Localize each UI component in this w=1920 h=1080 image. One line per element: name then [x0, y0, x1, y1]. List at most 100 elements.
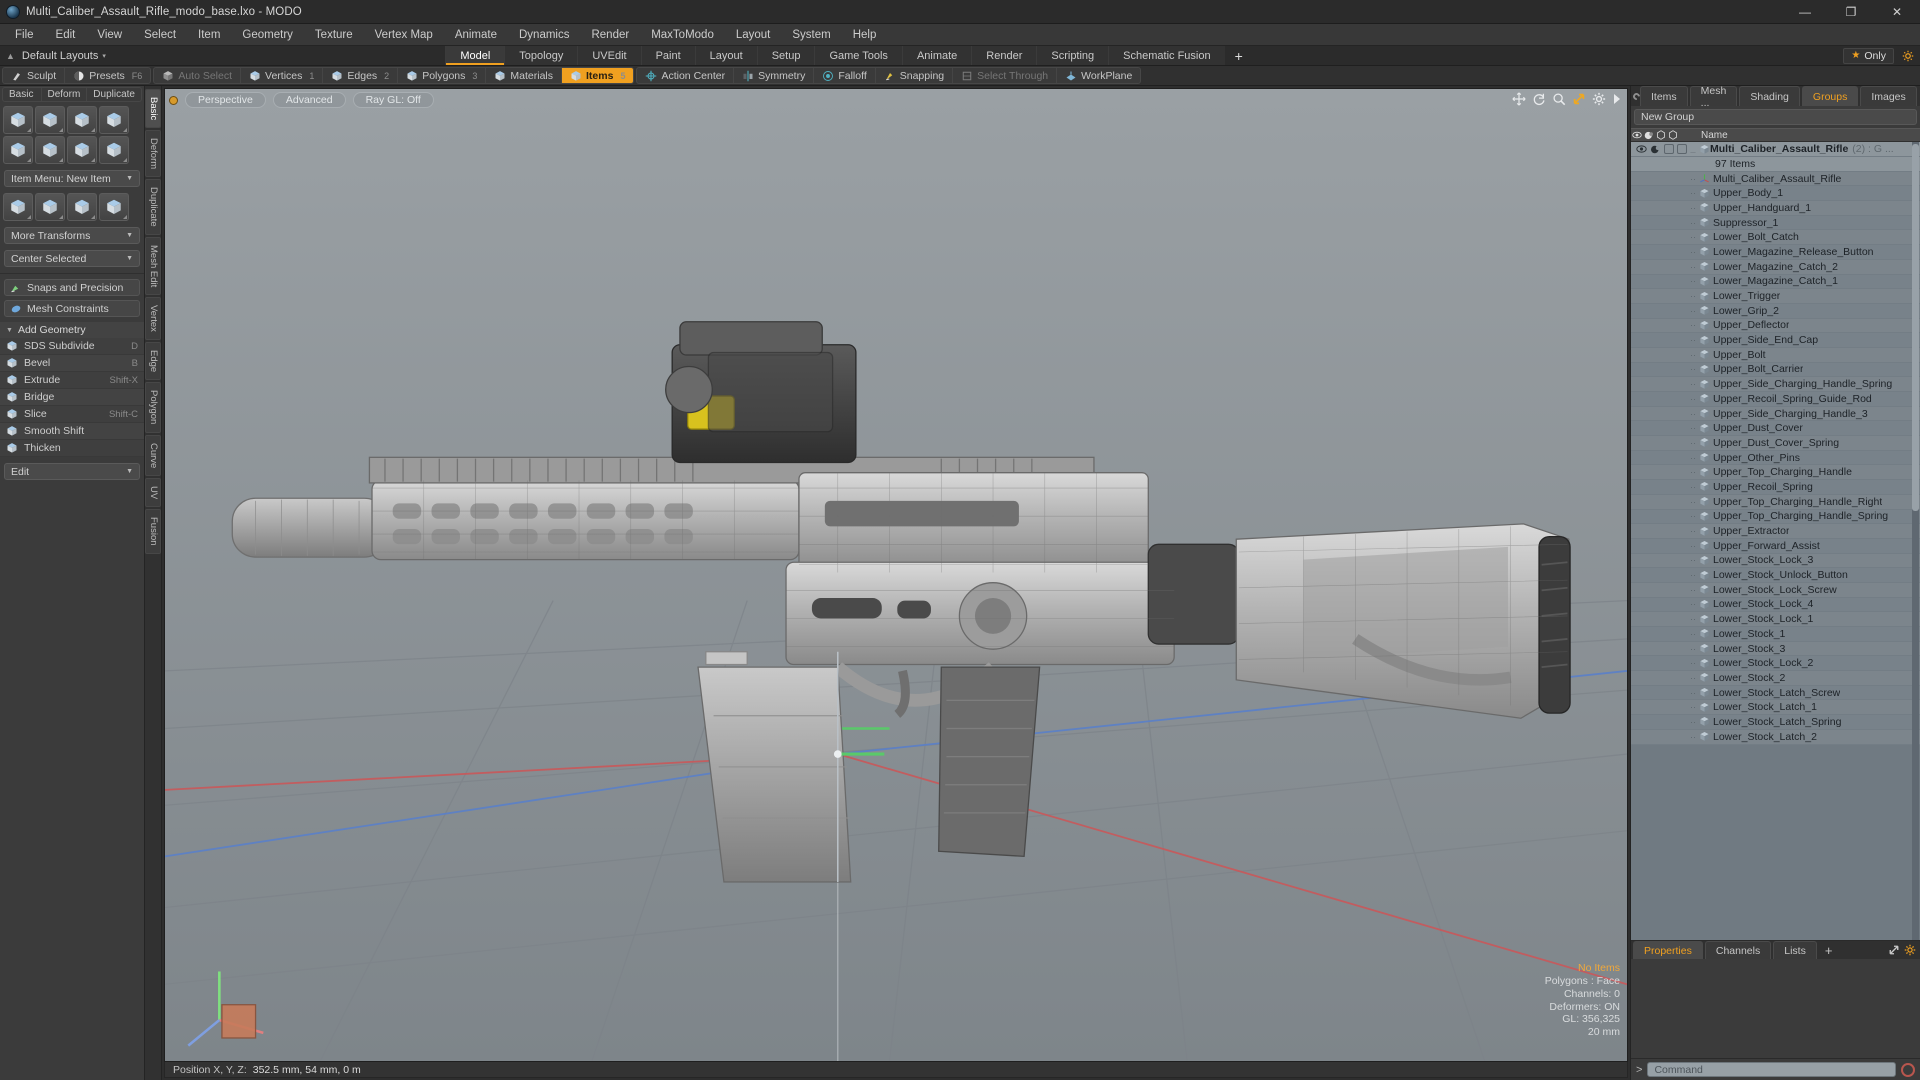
menu-item[interactable]: Item: [187, 24, 231, 46]
viewport-pill-advanced[interactable]: Advanced: [273, 92, 346, 108]
item-row[interactable]: ··Upper_Forward_Assist: [1631, 539, 1920, 554]
command-input[interactable]: Command: [1647, 1062, 1896, 1077]
item-row[interactable]: ··Lower_Stock_Lock_Screw: [1631, 583, 1920, 598]
toolopt-snapping[interactable]: Snapping: [876, 68, 953, 83]
properties-tab-lists[interactable]: Lists: [1773, 941, 1817, 959]
menu-file[interactable]: File: [4, 24, 45, 46]
properties-tab-channels[interactable]: Channels: [1705, 941, 1771, 959]
selmode-polygons[interactable]: Polygons3: [398, 68, 486, 83]
item-row[interactable]: ··Upper_Recoil_Spring_Guide_Rod: [1631, 392, 1920, 407]
text-tool-tile[interactable]: [99, 136, 129, 164]
maximize-button[interactable]: ❐: [1828, 0, 1874, 23]
right-tab-images[interactable]: Images: [1860, 86, 1916, 106]
default-layouts-menu[interactable]: ▲ Default Layouts ▾: [0, 46, 150, 65]
item-row[interactable]: ··Upper_Top_Charging_Handle_Spring: [1631, 510, 1920, 525]
selmode-materials[interactable]: Materials: [486, 68, 562, 83]
layout-tab-layout[interactable]: Layout: [695, 46, 757, 65]
toolopt-falloff[interactable]: Falloff: [814, 68, 875, 83]
layout-tab-render[interactable]: Render: [971, 46, 1036, 65]
item-row[interactable]: ··Lower_Stock_Latch_1: [1631, 700, 1920, 715]
teardrop-tool-tile[interactable]: [67, 136, 97, 164]
move-tool-tile[interactable]: [3, 193, 33, 221]
item-row[interactable]: ··Upper_Bolt: [1631, 348, 1920, 363]
tool-extrude[interactable]: ExtrudeShift-X: [0, 372, 144, 389]
item-row[interactable]: ··Lower_Magazine_Release_Button: [1631, 245, 1920, 260]
scale-tool-tile[interactable]: [67, 193, 97, 221]
item-list[interactable]: _Multi_Caliber_Assault_Rifle(2) : G ...9…: [1631, 142, 1920, 940]
layout-tab-setup[interactable]: Setup: [757, 46, 815, 65]
vertical-tab-curve[interactable]: Curve: [145, 435, 161, 476]
menu-select[interactable]: Select: [133, 24, 187, 46]
item-row[interactable]: ··Upper_Dust_Cover: [1631, 421, 1920, 436]
menu-edit[interactable]: Edit: [45, 24, 87, 46]
tube-tool-tile[interactable]: [35, 136, 65, 164]
vertical-tab-fusion[interactable]: Fusion: [145, 509, 161, 554]
item-row[interactable]: ··Lower_Stock_Latch_2: [1631, 730, 1920, 745]
selmode-vertices[interactable]: Vertices1: [241, 68, 323, 83]
viewport-pill-perspective[interactable]: Perspective: [185, 92, 266, 108]
vertical-tab-edge[interactable]: Edge: [145, 342, 161, 380]
vertical-tab-polygon[interactable]: Polygon: [145, 382, 161, 432]
item-row[interactable]: ··Lower_Stock_Lock_2: [1631, 656, 1920, 671]
vertical-tab-deform[interactable]: Deform: [145, 130, 161, 177]
item-menu-combo[interactable]: Item Menu: New Item ▼: [4, 170, 140, 187]
item-row[interactable]: ··Lower_Stock_Unlock_Button: [1631, 568, 1920, 583]
item-row[interactable]: ··Lower_Stock_3: [1631, 642, 1920, 657]
center-selected-combo[interactable]: Center Selected ▼: [4, 250, 140, 267]
vertical-tab-duplicate[interactable]: Duplicate: [145, 179, 161, 235]
selmode-items[interactable]: Items5: [562, 68, 633, 83]
selmode-auto-select[interactable]: Auto Select: [154, 68, 241, 83]
item-row[interactable]: ··Upper_Side_Charging_Handle_Spring: [1631, 377, 1920, 392]
right-tab-items[interactable]: Items: [1640, 86, 1688, 106]
cylinder-tool-tile[interactable]: [67, 106, 97, 134]
rotate-tool-tile[interactable]: [35, 193, 65, 221]
right-tab-groups[interactable]: Groups: [1802, 86, 1858, 106]
panel-menu-icon[interactable]: [1633, 86, 1640, 106]
gear-icon[interactable]: [1904, 944, 1916, 956]
item-row[interactable]: ··Upper_Bolt_Carrier: [1631, 363, 1920, 378]
menu-view[interactable]: View: [86, 24, 133, 46]
item-row[interactable]: ··Upper_Recoil_Spring: [1631, 480, 1920, 495]
tool-slice[interactable]: SliceShift-C: [0, 406, 144, 423]
tool-bridge[interactable]: Bridge: [0, 389, 144, 406]
menu-animate[interactable]: Animate: [444, 24, 508, 46]
minimize-button[interactable]: —: [1782, 0, 1828, 23]
gear-icon[interactable]: [1902, 50, 1914, 62]
modebtn-presets[interactable]: PresetsF6: [65, 68, 150, 83]
transform-tool-tile[interactable]: [99, 193, 129, 221]
vertical-tab-uv[interactable]: UV: [145, 478, 161, 507]
tool-bevel[interactable]: BevelB: [0, 355, 144, 372]
close-button[interactable]: ✕: [1874, 0, 1920, 23]
right-tab-mesh-[interactable]: Mesh ...: [1690, 86, 1738, 106]
layout-tab-uvedit[interactable]: UVEdit: [577, 46, 640, 65]
tool-smooth-shift[interactable]: Smooth Shift: [0, 423, 144, 440]
snaps-and-precision-button[interactable]: Snaps and Precision: [4, 279, 140, 296]
add-properties-tab-button[interactable]: +: [1819, 941, 1839, 959]
item-row[interactable]: ··Multi_Caliber_Assault_Rifle: [1631, 172, 1920, 187]
add-geometry-group-header[interactable]: ▼ Add Geometry: [0, 322, 144, 338]
menu-texture[interactable]: Texture: [304, 24, 364, 46]
item-row[interactable]: ··Lower_Stock_Lock_3: [1631, 554, 1920, 569]
item-row[interactable]: ··Upper_Deflector: [1631, 319, 1920, 334]
item-row[interactable]: ··Lower_Stock_1: [1631, 627, 1920, 642]
cone-tool-tile[interactable]: [99, 106, 129, 134]
mesh-constraints-button[interactable]: Mesh Constraints: [4, 300, 140, 317]
right-tab-shading[interactable]: Shading: [1739, 86, 1800, 106]
modebtn-sculpt[interactable]: Sculpt: [3, 68, 65, 83]
menu-vertex-map[interactable]: Vertex Map: [364, 24, 444, 46]
item-row[interactable]: ··Lower_Stock_Lock_1: [1631, 612, 1920, 627]
tool-thicken[interactable]: Thicken: [0, 440, 144, 457]
group-row[interactable]: _Multi_Caliber_Assault_Rifle(2) : G ...: [1631, 142, 1920, 157]
item-row[interactable]: ··Upper_Extractor: [1631, 524, 1920, 539]
layout-tab-schematic-fusion[interactable]: Schematic Fusion: [1108, 46, 1224, 65]
item-row[interactable]: ··Upper_Side_Charging_Handle_3: [1631, 407, 1920, 422]
item-row[interactable]: ··Lower_Stock_Latch_Spring: [1631, 715, 1920, 730]
item-row[interactable]: ··Lower_Stock_Latch_Screw: [1631, 686, 1920, 701]
item-row[interactable]: ··Lower_Bolt_Catch: [1631, 230, 1920, 245]
item-row[interactable]: ··Lower_Stock_2: [1631, 671, 1920, 686]
toolopt-symmetry[interactable]: Symmetry: [734, 68, 814, 83]
left-panel-tab-deform[interactable]: Deform: [42, 88, 88, 101]
tree-toggle[interactable]: _: [1687, 144, 1699, 154]
torus-tool-tile[interactable]: [3, 136, 33, 164]
item-row[interactable]: ··Lower_Magazine_Catch_2: [1631, 260, 1920, 275]
